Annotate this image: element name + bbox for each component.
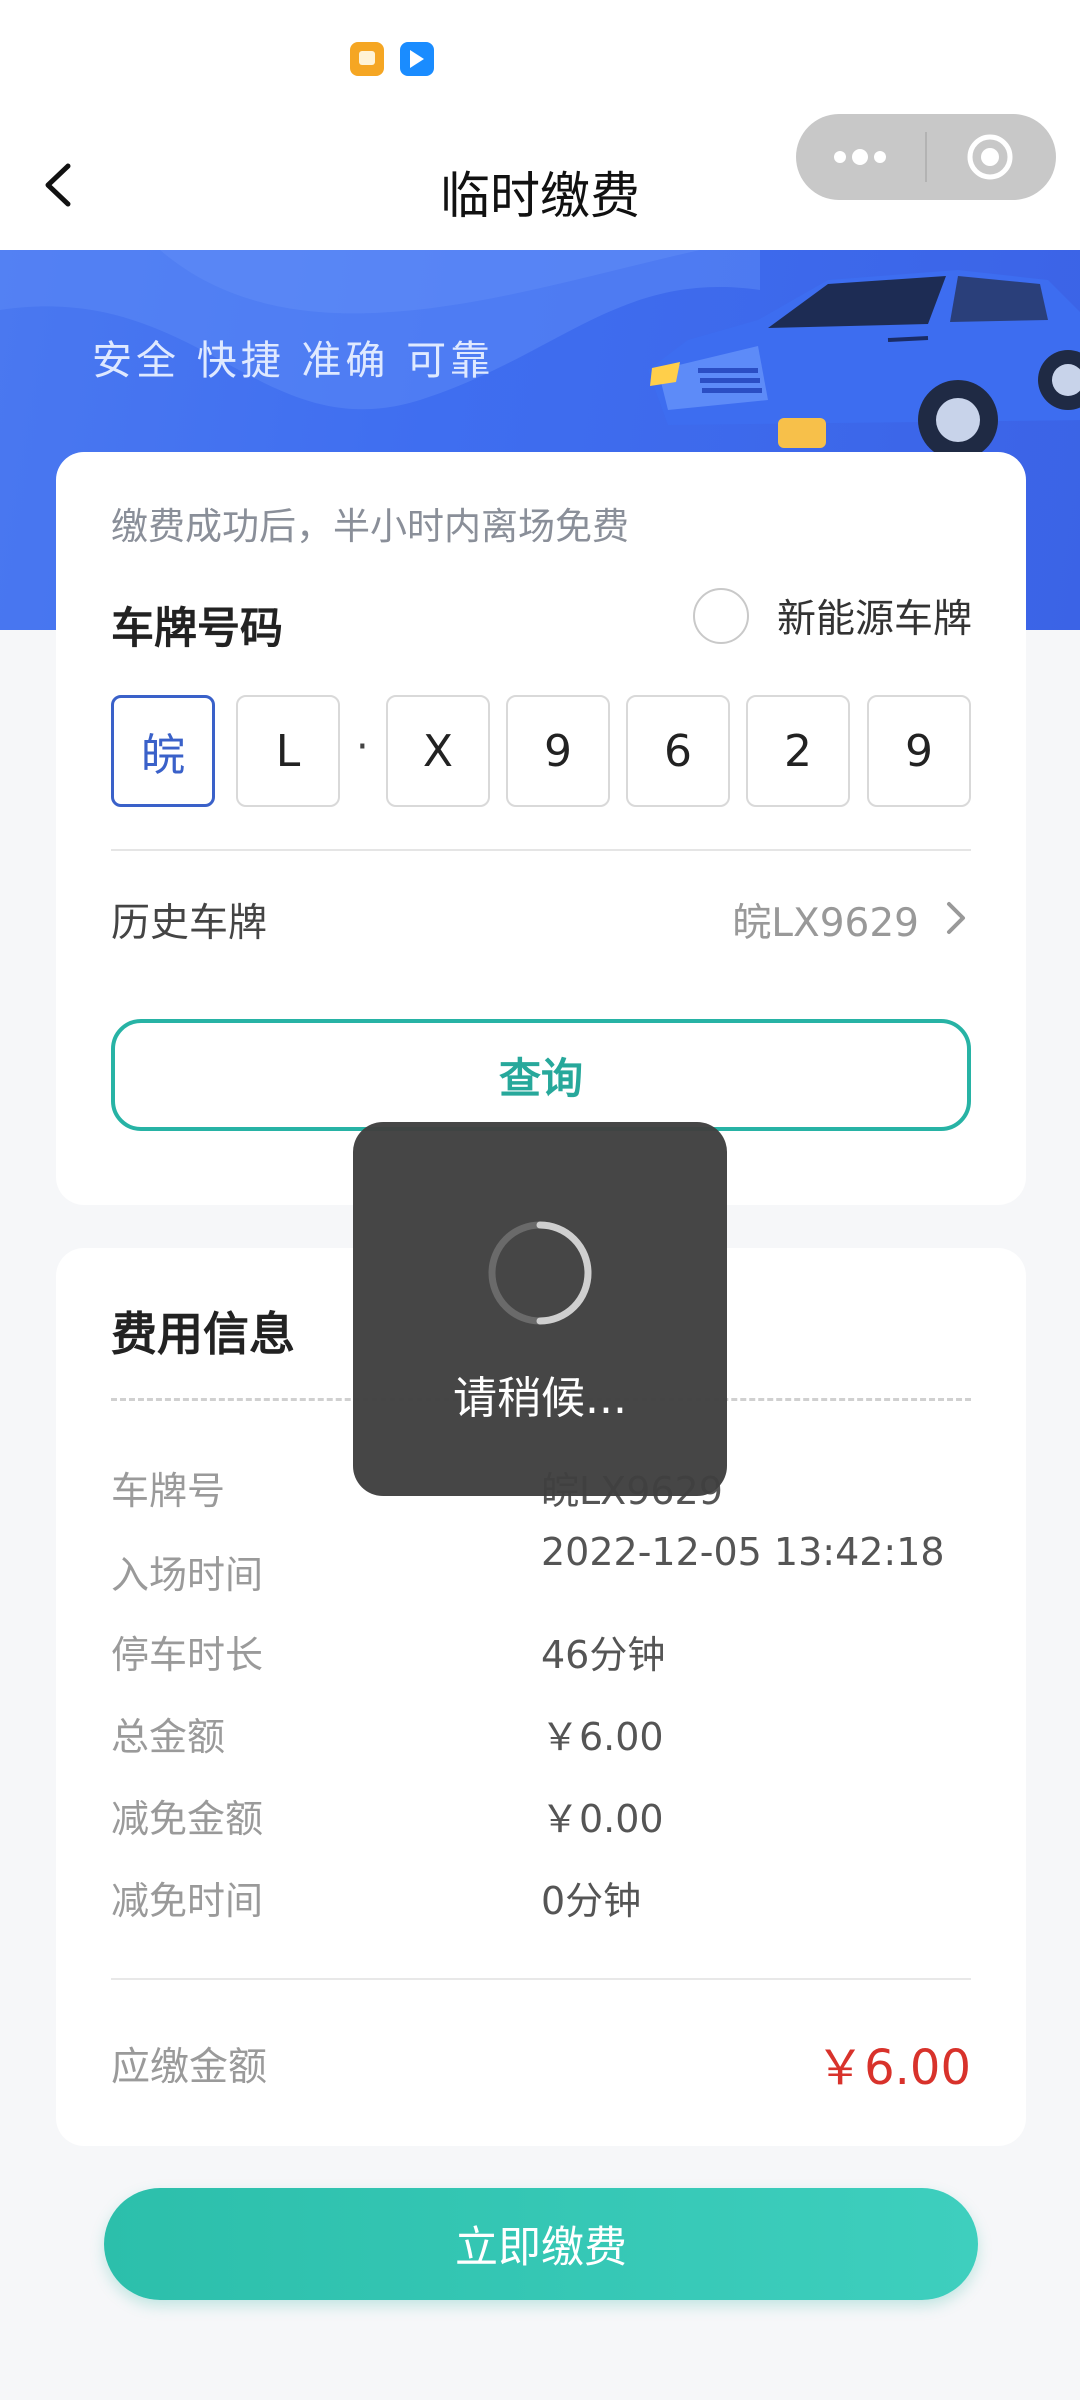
close-target-icon[interactable]	[928, 114, 1056, 200]
plate-number-label: 车牌号码	[111, 604, 283, 654]
history-plates-row[interactable]: 历史车牌 皖LX9629	[111, 892, 971, 962]
fee-value: ￥6.00	[541, 1715, 664, 1759]
fee-row-discount: 减免金额 ￥0.00	[111, 1788, 971, 1848]
divider	[111, 849, 971, 851]
plate-char-2[interactable]: L	[236, 695, 340, 807]
plate-separator: ·	[356, 724, 369, 770]
messenger-app-icon	[400, 42, 434, 76]
pay-now-button[interactable]: 立即缴费	[104, 2188, 978, 2300]
fee-value: 0分钟	[541, 1879, 642, 1923]
fee-row-total: 总金额 ￥6.00	[111, 1706, 971, 1766]
capsule-divider	[925, 132, 927, 182]
divider	[111, 1978, 971, 1980]
plate-card: 缴费成功后，半小时内离场免费 车牌号码 新能源车牌 皖 L · X 9 6 2 …	[56, 452, 1026, 1205]
fee-value: ￥0.00	[541, 1797, 664, 1841]
fee-label: 入场时间	[111, 1553, 264, 1597]
loading-toast: 请稍候...	[353, 1122, 727, 1496]
fee-info-title: 费用信息	[111, 1307, 295, 1361]
amount-due-label: 应缴金额	[111, 2045, 268, 2090]
new-energy-toggle[interactable]: 新能源车牌	[692, 586, 972, 646]
fee-label: 减免金额	[111, 1797, 264, 1841]
car-illustration	[648, 270, 1080, 460]
plate-char-4[interactable]: 9	[506, 695, 610, 807]
fee-row-discount-time: 减免时间 0分钟	[111, 1870, 971, 1930]
nav-bar: 临时缴费	[0, 114, 1080, 250]
fee-value: 46分钟	[541, 1633, 666, 1677]
radio-unchecked-icon[interactable]	[692, 588, 749, 644]
fee-row-entry-time: 入场时间 2022-12-05 13:42:18	[111, 1530, 971, 1598]
plate-char-province[interactable]: 皖	[111, 695, 215, 807]
banner-slogan: 安全 快捷 准确 可靠	[92, 338, 495, 384]
history-plates-label: 历史车牌	[111, 901, 268, 946]
amount-due-value: ￥6.00	[816, 2040, 971, 2096]
fee-label: 车牌号	[111, 1469, 226, 1513]
fee-label: 停车时长	[111, 1633, 264, 1677]
more-dots-icon[interactable]	[796, 114, 924, 200]
fee-value: 2022-12-05 13:42:18	[541, 1530, 945, 1574]
plate-char-7[interactable]: 9	[867, 695, 971, 807]
loading-text: 请稍候...	[453, 1373, 627, 1424]
plate-char-6[interactable]: 2	[746, 695, 850, 807]
fee-label: 减免时间	[111, 1879, 264, 1923]
history-plate-value: 皖LX9629	[732, 901, 919, 946]
status-bar	[0, 0, 1080, 120]
notes-app-icon	[350, 42, 384, 76]
plate-char-5[interactable]: 6	[626, 695, 730, 807]
free-exit-tip: 缴费成功后，半小时内离场免费	[111, 505, 629, 548]
fee-row-duration: 停车时长 46分钟	[111, 1624, 971, 1684]
fee-label: 总金额	[111, 1715, 226, 1759]
query-button[interactable]: 查询	[111, 1019, 971, 1131]
mini-program-capsule	[796, 114, 1056, 200]
new-energy-label: 新能源车牌	[776, 597, 972, 642]
plate-char-3[interactable]: X	[386, 695, 490, 807]
chevron-right-icon	[947, 902, 965, 934]
loading-spinner-icon	[488, 1221, 592, 1325]
